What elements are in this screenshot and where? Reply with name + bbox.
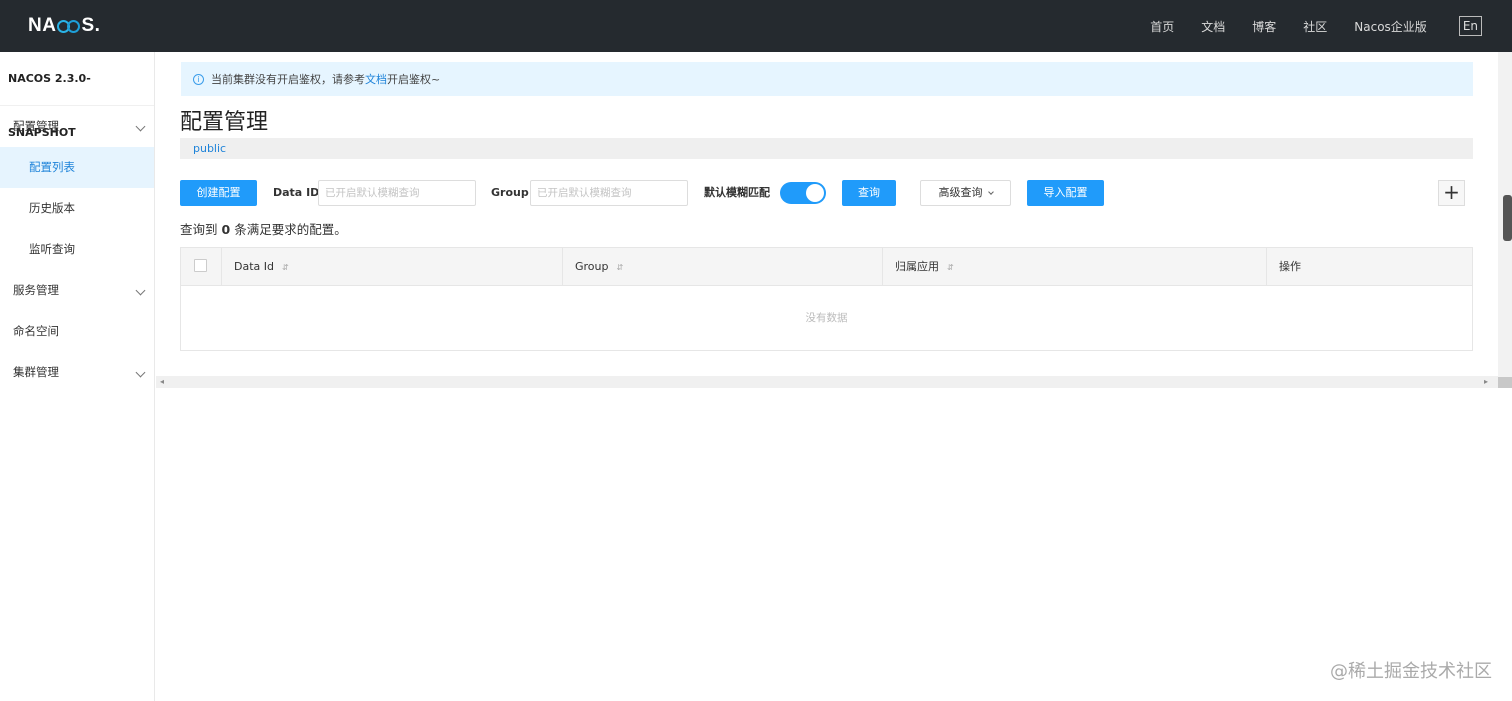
column-label: Group [575,260,609,273]
fuzzy-match-label: 默认模糊匹配 [704,186,770,199]
column-header-actions: 操作 [1266,248,1472,286]
auth-notice: i 当前集群没有开启鉴权，请参考 文档 开启鉴权~ [181,62,1473,96]
sidebar: NACOS 2.3.0-SNAPSHOT 配置管理 配置列表 历史版本 监听查询… [0,52,155,701]
config-table: Data Id ⇵ Group ⇵ 归属应用 ⇵ 操作 没有数据 [180,247,1473,351]
top-nav: 首页 文档 博客 社区 Nacos企业版 En [1123,0,1482,52]
table-header: Data Id ⇵ Group ⇵ 归属应用 ⇵ 操作 [181,248,1472,286]
notice-text: 当前集群没有开启鉴权，请参考 [211,73,365,86]
sidebar-item-label: 配置管理 [13,119,59,133]
result-prefix: 查询到 [180,222,218,237]
chevron-down-icon [135,121,146,132]
chevron-down-icon [135,367,146,378]
column-header-data-id[interactable]: Data Id ⇵ [221,248,562,286]
sidebar-item-config-list[interactable]: 配置列表 [0,147,154,188]
sidebar-item-cluster-management[interactable]: 集群管理 [0,352,154,393]
main-content: i 当前集群没有开启鉴权，请参考 文档 开启鉴权~ 配置管理 public 创建配置… [156,52,1502,701]
query-button[interactable]: 查询 [842,180,896,206]
data-id-label: Data ID [273,186,320,199]
filter-bar: 创建配置 Data ID Group 默认模糊匹配 查询 高级查询 导入配置 + [180,180,1473,206]
sidebar-item-label: 监听查询 [29,242,75,256]
column-label: 归属应用 [895,260,939,273]
version-label: NACOS 2.3.0-SNAPSHOT [0,52,154,139]
notice-docs-link[interactable]: 文档 [365,71,387,87]
top-header: NA S. 首页 文档 博客 社区 Nacos企业版 En [0,0,1512,52]
sidebar-item-label: 集群管理 [13,365,59,379]
import-config-button[interactable]: 导入配置 [1027,180,1104,206]
select-all-cell [181,248,221,286]
notice-suffix: 开启鉴权~ [387,73,441,86]
nacos-logo[interactable]: NA S. [28,13,100,39]
nav-enterprise[interactable]: Nacos企业版 [1354,18,1427,35]
column-header-app[interactable]: 归属应用 ⇵ [882,248,1266,286]
scroll-right-icon[interactable]: ▸ [1484,376,1488,388]
caret-down-icon [987,189,994,195]
horizontal-scrollbar[interactable]: ◂ ▸ [156,376,1502,388]
select-all-checkbox[interactable] [194,259,207,272]
info-icon: i [193,73,204,85]
sidebar-item-config-management[interactable]: 配置管理 [0,106,154,147]
data-id-input[interactable] [318,180,476,206]
scroll-left-icon[interactable]: ◂ [160,376,164,388]
namespace-bar: public [180,138,1473,159]
column-label: Data Id [234,260,274,273]
group-label: Group [491,186,529,199]
toggle-knob [806,184,824,202]
sidebar-item-label: 服务管理 [13,283,59,297]
sidebar-item-listener-query[interactable]: 监听查询 [0,229,154,270]
empty-state: 没有数据 [805,312,848,324]
nav-community[interactable]: 社区 [1303,18,1327,35]
namespace-public-tab[interactable]: public [193,142,226,155]
sidebar-item-namespace[interactable]: 命名空间 [0,311,154,352]
nav-blog[interactable]: 博客 [1252,18,1276,35]
sort-icon[interactable]: ⇵ [947,249,954,287]
nav-docs[interactable]: 文档 [1201,18,1225,35]
sidebar-item-label: 命名空间 [13,324,59,338]
chevron-down-icon [135,285,146,296]
sidebar-item-service-management[interactable]: 服务管理 [0,270,154,311]
column-label: 操作 [1279,260,1301,273]
advanced-query-button[interactable]: 高级查询 [920,180,1011,206]
group-input[interactable] [530,180,688,206]
create-config-button[interactable]: 创建配置 [180,180,257,206]
sidebar-item-label: 配置列表 [29,160,75,174]
scrollbar-thumb[interactable] [1503,195,1512,241]
sidebar-item-label: 历史版本 [29,201,75,215]
result-count: 0 [221,222,231,237]
result-summary: 查询到 0 条满足要求的配置。 [180,219,347,238]
sort-icon[interactable]: ⇵ [282,249,289,287]
fuzzy-match-toggle[interactable] [780,182,826,204]
logo-rings-icon [57,19,81,33]
sidebar-item-history[interactable]: 历史版本 [0,188,154,229]
nav-home[interactable]: 首页 [1150,18,1174,35]
plus-icon[interactable]: + [1438,180,1465,206]
watermark: @稀土掘金技术社区 [1330,661,1492,682]
advanced-query-label: 高级查询 [938,186,983,199]
page-title: 配置管理 [180,110,269,135]
sort-icon[interactable]: ⇵ [617,249,624,287]
result-suffix: 条满足要求的配置。 [234,222,347,237]
vertical-scrollbar[interactable] [1498,52,1512,388]
scrollbar-end [1498,377,1512,388]
language-switch-button[interactable]: En [1458,16,1482,36]
column-header-group[interactable]: Group ⇵ [562,248,882,286]
